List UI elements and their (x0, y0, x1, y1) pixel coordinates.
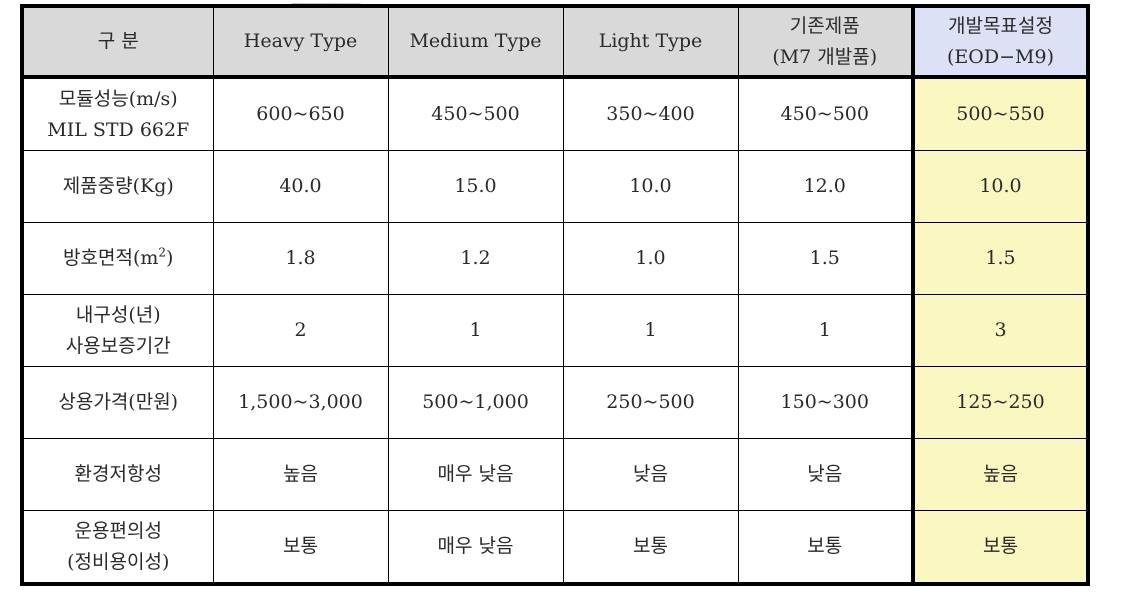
row-label: 환경저항성 (21, 438, 214, 511)
target-cell: 125~250 (911, 366, 1090, 439)
header-text: 기존제품 (789, 14, 860, 37)
header-subtext: (EOD−M9) (947, 45, 1054, 68)
row-label-text: 제품중량(Kg) (62, 175, 174, 197)
row-label-suffix: ) (166, 247, 174, 269)
row-label: 제품중량(Kg) (21, 150, 214, 223)
header-subtext: (M7 개발품) (772, 45, 878, 68)
table-cell: 1.5 (737, 222, 914, 295)
header-text: Medium Type (409, 30, 542, 52)
table-cell: 보통 (212, 510, 389, 585)
table-cell: 40.0 (212, 150, 389, 223)
target-cell: 1.5 (911, 222, 1090, 295)
row-label-text: 모듈성능(m/s) (58, 87, 178, 110)
table-row-operational-convenience: 운용편의성 (정비용이성) 보통 매우 낮음 보통 보통 보통 (21, 510, 1090, 585)
comparison-table: 구 분 Heavy Type Medium Type Light Type 기존… (20, 4, 1090, 586)
header-row: 구 분 Heavy Type Medium Type Light Type 기존… (21, 5, 1090, 78)
superscript: 2 (158, 245, 167, 260)
table-cell: 매우 낮음 (387, 438, 564, 511)
header-text: Light Type (598, 30, 703, 52)
header-text: 구 분 (97, 30, 139, 52)
header-text: 개발목표설정 (948, 14, 1053, 37)
row-label-subtext: (정비용이성) (67, 550, 170, 573)
table-cell: 낮음 (562, 438, 739, 511)
table-row-protection-area: 방호면적(m2) 1.8 1.2 1.0 1.5 1.5 (21, 222, 1090, 295)
target-cell: 보통 (911, 510, 1090, 585)
header-category: 구 분 (21, 5, 214, 78)
header-medium-type: Medium Type (387, 5, 564, 78)
row-label: 운용편의성 (정비용이성) (21, 510, 214, 585)
table-cell: 450~500 (387, 76, 564, 151)
row-label-subtext: MIL STD 662F (47, 118, 190, 141)
table-cell: 매우 낮음 (387, 510, 564, 585)
table-cell: 350~400 (562, 76, 739, 151)
row-label-subtext: 사용보증기간 (65, 334, 171, 357)
header-light-type: Light Type (562, 5, 739, 78)
table-cell: 500~1,000 (387, 366, 564, 439)
row-label-text: 운용편의성 (74, 519, 162, 542)
header-existing-product: 기존제품 (M7 개발품) (737, 5, 914, 78)
header-heavy-type: Heavy Type (212, 5, 389, 78)
table-cell: 1,500~3,000 (212, 366, 389, 439)
row-label: 내구성(년) 사용보증기간 (21, 294, 214, 367)
table-cell: 1 (562, 294, 739, 367)
table-cell: 보통 (737, 510, 914, 585)
table-row-environmental-resistance: 환경저항성 높음 매우 낮음 낮음 낮음 높음 (21, 438, 1090, 511)
table-cell: 보통 (562, 510, 739, 585)
table-cell: 1 (737, 294, 914, 367)
target-cell: 10.0 (911, 150, 1090, 223)
table-row-durability: 내구성(년) 사용보증기간 2 1 1 1 3 (21, 294, 1090, 367)
table-row-product-weight: 제품중량(Kg) 40.0 15.0 10.0 12.0 10.0 (21, 150, 1090, 223)
row-label-text: 환경저항성 (74, 463, 162, 485)
header-text: Heavy Type (243, 30, 358, 52)
row-label-text: 상용가격(만원) (58, 391, 179, 413)
table-row-commercial-price: 상용가격(만원) 1,500~3,000 500~1,000 250~500 1… (21, 366, 1090, 439)
table-row-module-performance: 모듈성능(m/s) MIL STD 662F 600~650 450~500 35… (21, 76, 1090, 151)
target-cell: 높음 (911, 438, 1090, 511)
table-cell: 250~500 (562, 366, 739, 439)
target-cell: 500~550 (911, 76, 1090, 151)
table-cell: 1.8 (212, 222, 389, 295)
table-cell: 15.0 (387, 150, 564, 223)
table-cell: 12.0 (737, 150, 914, 223)
target-cell: 3 (911, 294, 1090, 367)
table-cell: 높음 (212, 438, 389, 511)
table-cell: 10.0 (562, 150, 739, 223)
table-cell: 낮음 (737, 438, 914, 511)
table-cell: 1 (387, 294, 564, 367)
row-label: 모듈성능(m/s) MIL STD 662F (21, 76, 214, 151)
table-cell: 2 (212, 294, 389, 367)
table-cell: 450~500 (737, 76, 914, 151)
table-cell: 600~650 (212, 76, 389, 151)
table-cell: 150~300 (737, 366, 914, 439)
row-label: 상용가격(만원) (21, 366, 214, 439)
table-cell: 1.0 (562, 222, 739, 295)
table-cell: 1.2 (387, 222, 564, 295)
row-label: 방호면적(m2) (21, 222, 214, 295)
row-label-text: 내구성(년) (75, 303, 161, 326)
row-label-text: 방호면적(m (63, 247, 159, 269)
header-development-target: 개발목표설정 (EOD−M9) (911, 5, 1090, 78)
